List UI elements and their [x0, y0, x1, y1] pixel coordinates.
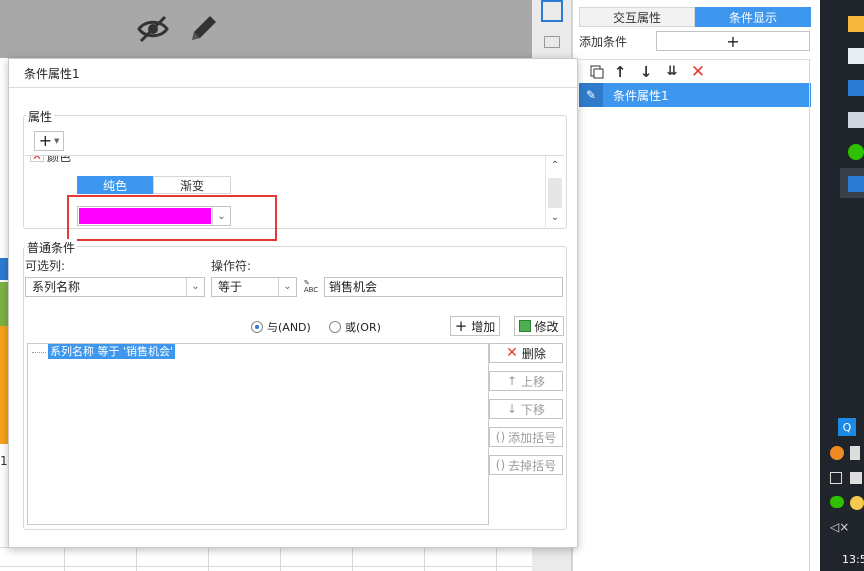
add-bracket-button[interactable]: () 添加括号 [489, 427, 563, 447]
radio-or[interactable]: 或(OR) [329, 319, 381, 335]
arrow-up-icon: ↑ [506, 374, 518, 388]
arrow-down-icon: ↓ [506, 402, 518, 416]
taskbar-app-icon[interactable] [840, 168, 864, 198]
scroll-up-icon[interactable]: ⌃ [546, 158, 564, 172]
tab-interaction-properties[interactable]: 交互属性 [579, 7, 695, 27]
highlight-box [67, 195, 277, 241]
operator-label: 操作符: [211, 259, 252, 273]
chevron-down-icon: ⌄ [278, 278, 296, 296]
add-button[interactable]: + 增加 [450, 316, 500, 336]
modify-button[interactable]: 修改 [514, 316, 564, 336]
formula-abc-icon[interactable]: ✎ ABC [301, 277, 321, 297]
scroll-down-icon[interactable]: ⌄ [546, 210, 564, 224]
condition-list-item[interactable]: ✎ 条件属性1 [579, 83, 811, 107]
radio-dot [251, 321, 263, 333]
operator-select[interactable]: 等于 ⌄ [211, 277, 297, 297]
delete-icon: ✕ [506, 345, 518, 361]
scroll-thumb[interactable] [548, 178, 562, 208]
tab-condition-display[interactable]: 条件显示 [695, 7, 811, 27]
wechat-tray-icon[interactable] [830, 496, 844, 508]
dialog-title: 条件属性1 [24, 67, 80, 81]
column-label: 可选列: [25, 259, 66, 273]
chevron-down-icon: ⌄ [186, 278, 204, 296]
plus-icon: + [454, 317, 468, 335]
tray-icon[interactable] [850, 472, 862, 484]
delete-button[interactable]: ✕ 删除 [489, 343, 563, 363]
tray-icon[interactable] [850, 446, 860, 460]
radio-and[interactable]: 与(AND) [251, 319, 311, 335]
move-down-button[interactable]: ↓ 下移 [489, 399, 563, 419]
square-frame-icon[interactable] [541, 0, 563, 22]
tray-icon[interactable] [850, 496, 864, 510]
delete-icon[interactable]: ✕ [685, 62, 711, 82]
property-name: 颜色 [47, 155, 72, 164]
qq-icon[interactable]: Q [838, 418, 856, 436]
add-condition-button[interactable]: + [656, 31, 810, 51]
bracket-icon: () [495, 430, 506, 444]
condition-tree-line [32, 352, 46, 353]
arrow-up-icon[interactable]: ↑ [607, 63, 633, 81]
taskbar-app-icon[interactable] [848, 80, 864, 96]
row-number: 1 [0, 454, 8, 468]
taskbar-app-icon[interactable] [848, 48, 864, 64]
arrow-down-icon[interactable]: ↓ [633, 63, 659, 81]
edit-icon: ✎ [579, 83, 603, 107]
condition-value-input[interactable]: 销售机会 [324, 277, 563, 297]
move-bottom-icon[interactable]: ⇊ [659, 64, 685, 79]
volume-muted-icon[interactable]: ◁× [830, 520, 849, 534]
right-panel: 交互属性 条件显示 添加条件 + ↑ ↓ ⇊ ✕ ✎ 条件属性1 [572, 0, 820, 571]
clock: 13:5 [842, 553, 864, 566]
panel-icon[interactable] [544, 36, 560, 48]
properties-legend: 属性 [26, 108, 55, 125]
condition-item[interactable]: 系列名称 等于 '销售机会' [48, 344, 176, 359]
add-condition-label: 添加条件 [579, 35, 628, 49]
add-property-button[interactable]: + ▼ [34, 131, 64, 151]
tab-solid-color[interactable]: 纯色 [77, 176, 153, 194]
chevron-down-icon: ▼ [54, 137, 60, 145]
hide-eye-icon[interactable] [136, 14, 170, 44]
remove-bracket-button[interactable]: () 去掉括号 [489, 455, 563, 475]
tray-icon[interactable] [830, 472, 842, 484]
taskbar: Q ◁× 13:5 [820, 0, 864, 571]
vertical-scrollbar[interactable]: ⌃ ⌄ [545, 156, 563, 227]
move-up-button[interactable]: ↑ 上移 [489, 371, 563, 391]
title-separator [9, 87, 577, 88]
radio-dot [329, 321, 341, 333]
taskbar-app-icon[interactable] [848, 112, 864, 128]
pencil-icon[interactable] [186, 12, 220, 46]
normal-condition-legend: 普通条件 [25, 239, 78, 256]
panel-divider [809, 60, 810, 571]
toolbar-background [0, 0, 532, 58]
column-select[interactable]: 系列名称 ⌄ [25, 277, 205, 297]
tab-gradient[interactable]: 渐变 [153, 176, 231, 194]
condition-properties-dialog: 条件属性1 属性 + ▼ ✕ 颜色 纯色 渐变 ⌄ ⌃ ⌄ 普通条件 可选列: … [8, 58, 578, 548]
taskbar-app-icon[interactable] [848, 16, 864, 32]
condition-list: 系列名称 等于 '销售机会' [27, 343, 489, 525]
copy-icon[interactable] [587, 65, 607, 79]
condition-list-toolbar: ↑ ↓ ⇊ ✕ [579, 59, 811, 83]
remove-property-icon[interactable]: ✕ [30, 156, 44, 163]
modify-icon [519, 320, 532, 332]
tray-icon[interactable] [830, 446, 844, 460]
remove-bracket-icon: () [495, 458, 506, 472]
wechat-icon[interactable] [848, 144, 864, 160]
